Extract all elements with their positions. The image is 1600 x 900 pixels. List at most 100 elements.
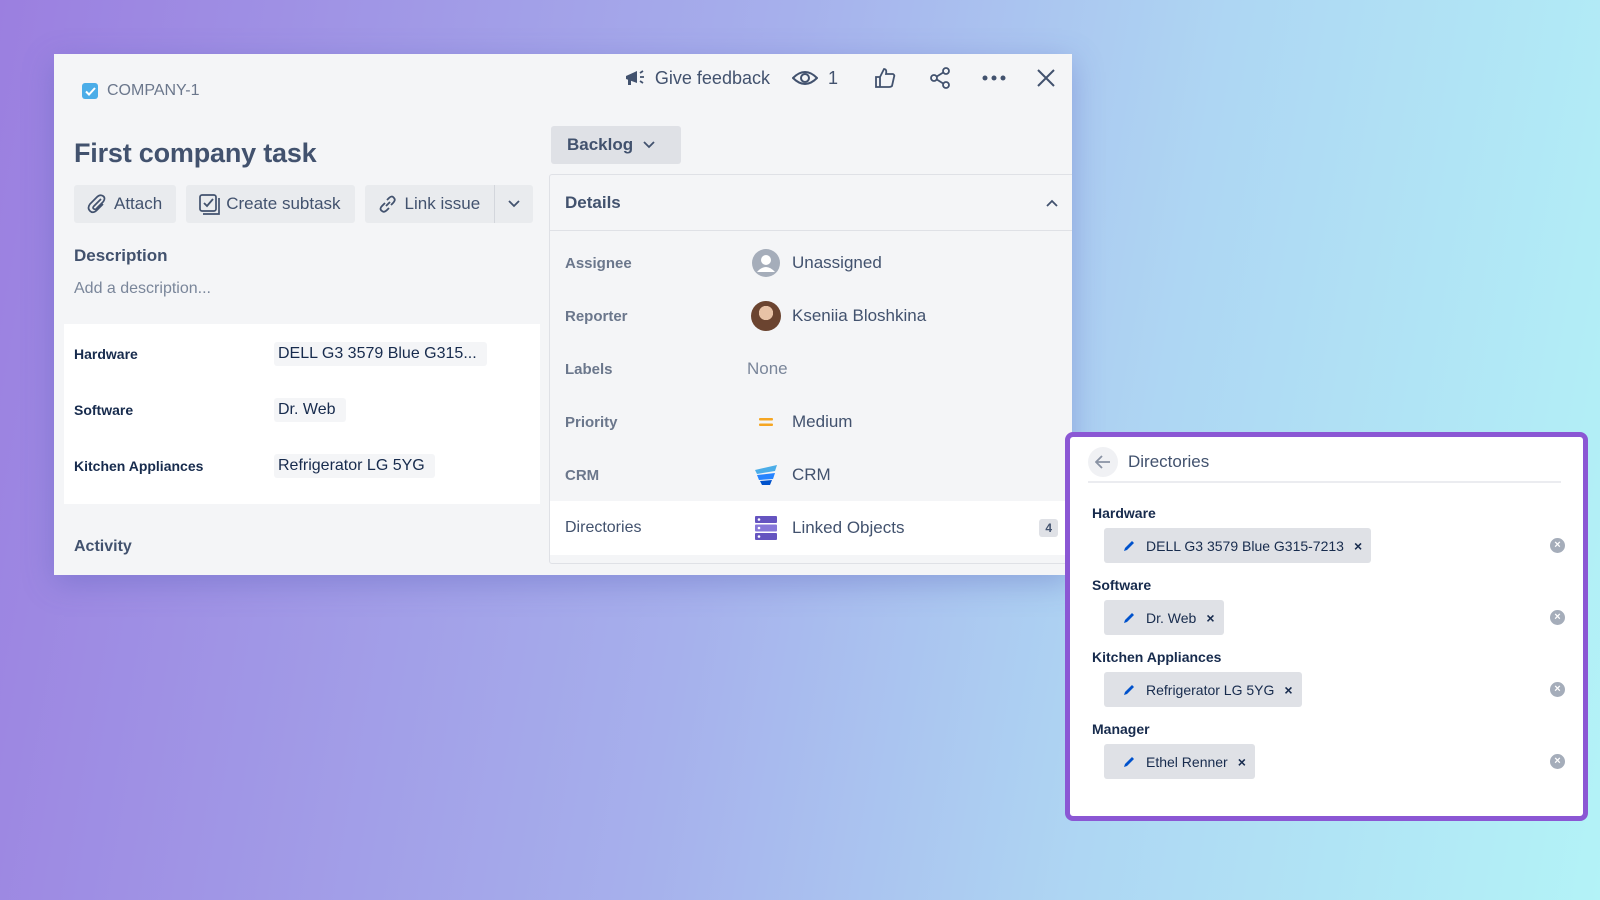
directory-item-label: Ethel Renner — [1146, 753, 1228, 770]
pencil-icon[interactable] — [1122, 539, 1136, 553]
labels-field[interactable]: None — [747, 359, 788, 379]
crm-field[interactable]: CRM — [750, 459, 831, 491]
reporter-field[interactable]: Kseniia Bloshkina — [750, 300, 926, 332]
issue-key-breadcrumb[interactable]: COMPANY-1 — [82, 82, 199, 100]
priority-field[interactable]: Medium — [750, 406, 852, 438]
detail-row-directories[interactable]: Directories Linked Objects 4 — [550, 501, 1072, 555]
directory-group-label: Kitchen Appliances — [1092, 649, 1222, 665]
directory-item-chip[interactable]: Refrigerator LG 5YG × — [1104, 672, 1302, 707]
directory-chip-row: Refrigerator LG 5YG × × — [1092, 672, 1565, 707]
directory-item-label: Refrigerator LG 5YG — [1146, 681, 1275, 698]
field-label: Kitchen Appliances — [74, 458, 204, 474]
attach-label: Attach — [114, 194, 163, 213]
description-input[interactable]: Add a description... — [74, 280, 211, 298]
directory-item-label: DELL G3 3579 Blue G315-7213 — [1146, 537, 1344, 554]
field-row-kitchen-appliances: Kitchen Appliances Refrigerator LG 5YG — [74, 454, 534, 478]
field-value[interactable]: Refrigerator LG 5YG — [274, 454, 435, 478]
link-icon — [379, 195, 396, 213]
directory-item-chip[interactable]: DELL G3 3579 Blue G315-7213 × — [1104, 528, 1372, 563]
remove-item-icon[interactable]: × — [1284, 682, 1292, 698]
directory-item-chip[interactable]: Dr. Web × — [1104, 600, 1224, 635]
link-issue-button[interactable]: Link issue — [365, 185, 496, 223]
give-feedback-button[interactable]: Give feedback — [623, 66, 770, 90]
remove-item-icon[interactable]: × — [1206, 610, 1214, 626]
remove-item-icon[interactable]: × — [1238, 754, 1246, 770]
detail-label: Directories — [565, 519, 642, 536]
chevron-up-icon — [1046, 199, 1058, 207]
task-checkbox-icon — [82, 83, 98, 99]
activity-heading: Activity — [74, 538, 132, 555]
detail-label: Reporter — [565, 307, 628, 325]
paperclip-icon — [87, 194, 106, 214]
create-subtask-button[interactable]: Create subtask — [186, 185, 355, 223]
directory-chip-row: DELL G3 3579 Blue G315-7213 × × — [1092, 528, 1565, 563]
clear-field-icon[interactable]: × — [1550, 682, 1565, 697]
field-row-software: Software Dr. Web — [74, 398, 534, 422]
more-actions-button[interactable] — [982, 74, 1006, 82]
attach-button[interactable]: Attach — [74, 185, 177, 223]
details-header[interactable]: Details — [550, 175, 1072, 231]
detail-label: Labels — [565, 360, 613, 378]
field-value[interactable]: DELL G3 3579 Blue G315... — [274, 342, 487, 366]
directories-field[interactable]: Linked Objects — [750, 512, 904, 544]
issue-view-panel: COMPANY-1 Give feedback 1 First company … — [54, 54, 1072, 575]
status-dropdown[interactable]: Backlog — [551, 126, 681, 164]
directory-group-kitchen-appliances: Kitchen Appliances Refrigerator LG 5YG ×… — [1092, 649, 1565, 707]
arrow-left-icon — [1095, 455, 1110, 469]
issue-action-row: Attach Create subtask Link issue — [74, 185, 534, 223]
more-actions-dropdown[interactable] — [495, 185, 533, 223]
field-label: Software — [74, 402, 134, 418]
field-label: Hardware — [74, 346, 138, 362]
directory-group-label: Software — [1092, 577, 1152, 593]
detail-row-labels: Labels None — [550, 342, 1072, 396]
directories-popup-title: Directories — [1128, 452, 1210, 471]
clear-field-icon[interactable]: × — [1550, 754, 1565, 769]
details-panel: Details Assignee Unassigned Reporter Kse… — [549, 174, 1072, 564]
close-icon — [1037, 69, 1055, 87]
clear-field-icon[interactable]: × — [1550, 538, 1565, 553]
directory-item-chip[interactable]: Ethel Renner × — [1104, 744, 1255, 779]
megaphone-icon — [625, 70, 644, 85]
detail-row-crm: CRM CRM — [550, 448, 1072, 502]
directories-popup-header: Directories — [1088, 447, 1561, 483]
database-icon — [750, 512, 782, 544]
directory-chip-row: Ethel Renner × × — [1092, 744, 1565, 779]
directory-group-label: Manager — [1092, 721, 1150, 737]
back-button[interactable] — [1088, 447, 1118, 477]
pencil-icon[interactable] — [1122, 683, 1136, 697]
field-row-hardware: Hardware DELL G3 3579 Blue G315... — [74, 342, 534, 366]
directory-group-manager: Manager Ethel Renner × × — [1092, 721, 1565, 779]
issue-key-label: COMPANY-1 — [107, 82, 200, 99]
give-feedback-label: Give feedback — [654, 67, 770, 88]
pencil-icon[interactable] — [1122, 755, 1136, 769]
clear-field-icon[interactable]: × — [1550, 610, 1565, 625]
eye-icon — [791, 71, 818, 85]
detail-row-assignee: Assignee Unassigned — [550, 236, 1072, 290]
remove-item-icon[interactable]: × — [1354, 538, 1362, 554]
issue-title[interactable]: First company task — [74, 138, 317, 169]
status-label: Backlog — [567, 135, 634, 154]
close-button[interactable] — [1036, 68, 1056, 88]
custom-fields-card: Hardware DELL G3 3579 Blue G315... Softw… — [64, 324, 540, 504]
detail-label: Priority — [565, 413, 618, 431]
link-issue-group: Link issue — [364, 185, 534, 223]
more-horizontal-icon — [982, 75, 1006, 81]
crm-icon — [750, 459, 782, 491]
create-subtask-label: Create subtask — [226, 194, 341, 213]
watch-count: 1 — [827, 67, 838, 88]
directory-group-hardware: Hardware DELL G3 3579 Blue G315-7213 × × — [1092, 505, 1565, 563]
chevron-down-icon — [643, 141, 655, 149]
directories-popup: Directories Hardware DELL G3 3579 Blue G… — [1065, 432, 1588, 821]
field-value[interactable]: Dr. Web — [274, 398, 346, 422]
watch-button[interactable]: 1 — [791, 67, 838, 89]
detail-row-priority: Priority Medium — [550, 395, 1072, 449]
top-toolbar: Give feedback 1 — [601, 62, 1056, 94]
directories-value: Linked Objects — [792, 518, 905, 537]
assignee-field[interactable]: Unassigned — [750, 247, 882, 279]
directory-item-label: Dr. Web — [1146, 609, 1197, 626]
description-heading: Description — [74, 246, 168, 265]
pencil-icon[interactable] — [1122, 611, 1136, 625]
share-button[interactable] — [928, 66, 952, 90]
priority-value: Medium — [792, 412, 853, 431]
like-button[interactable] — [874, 67, 896, 89]
